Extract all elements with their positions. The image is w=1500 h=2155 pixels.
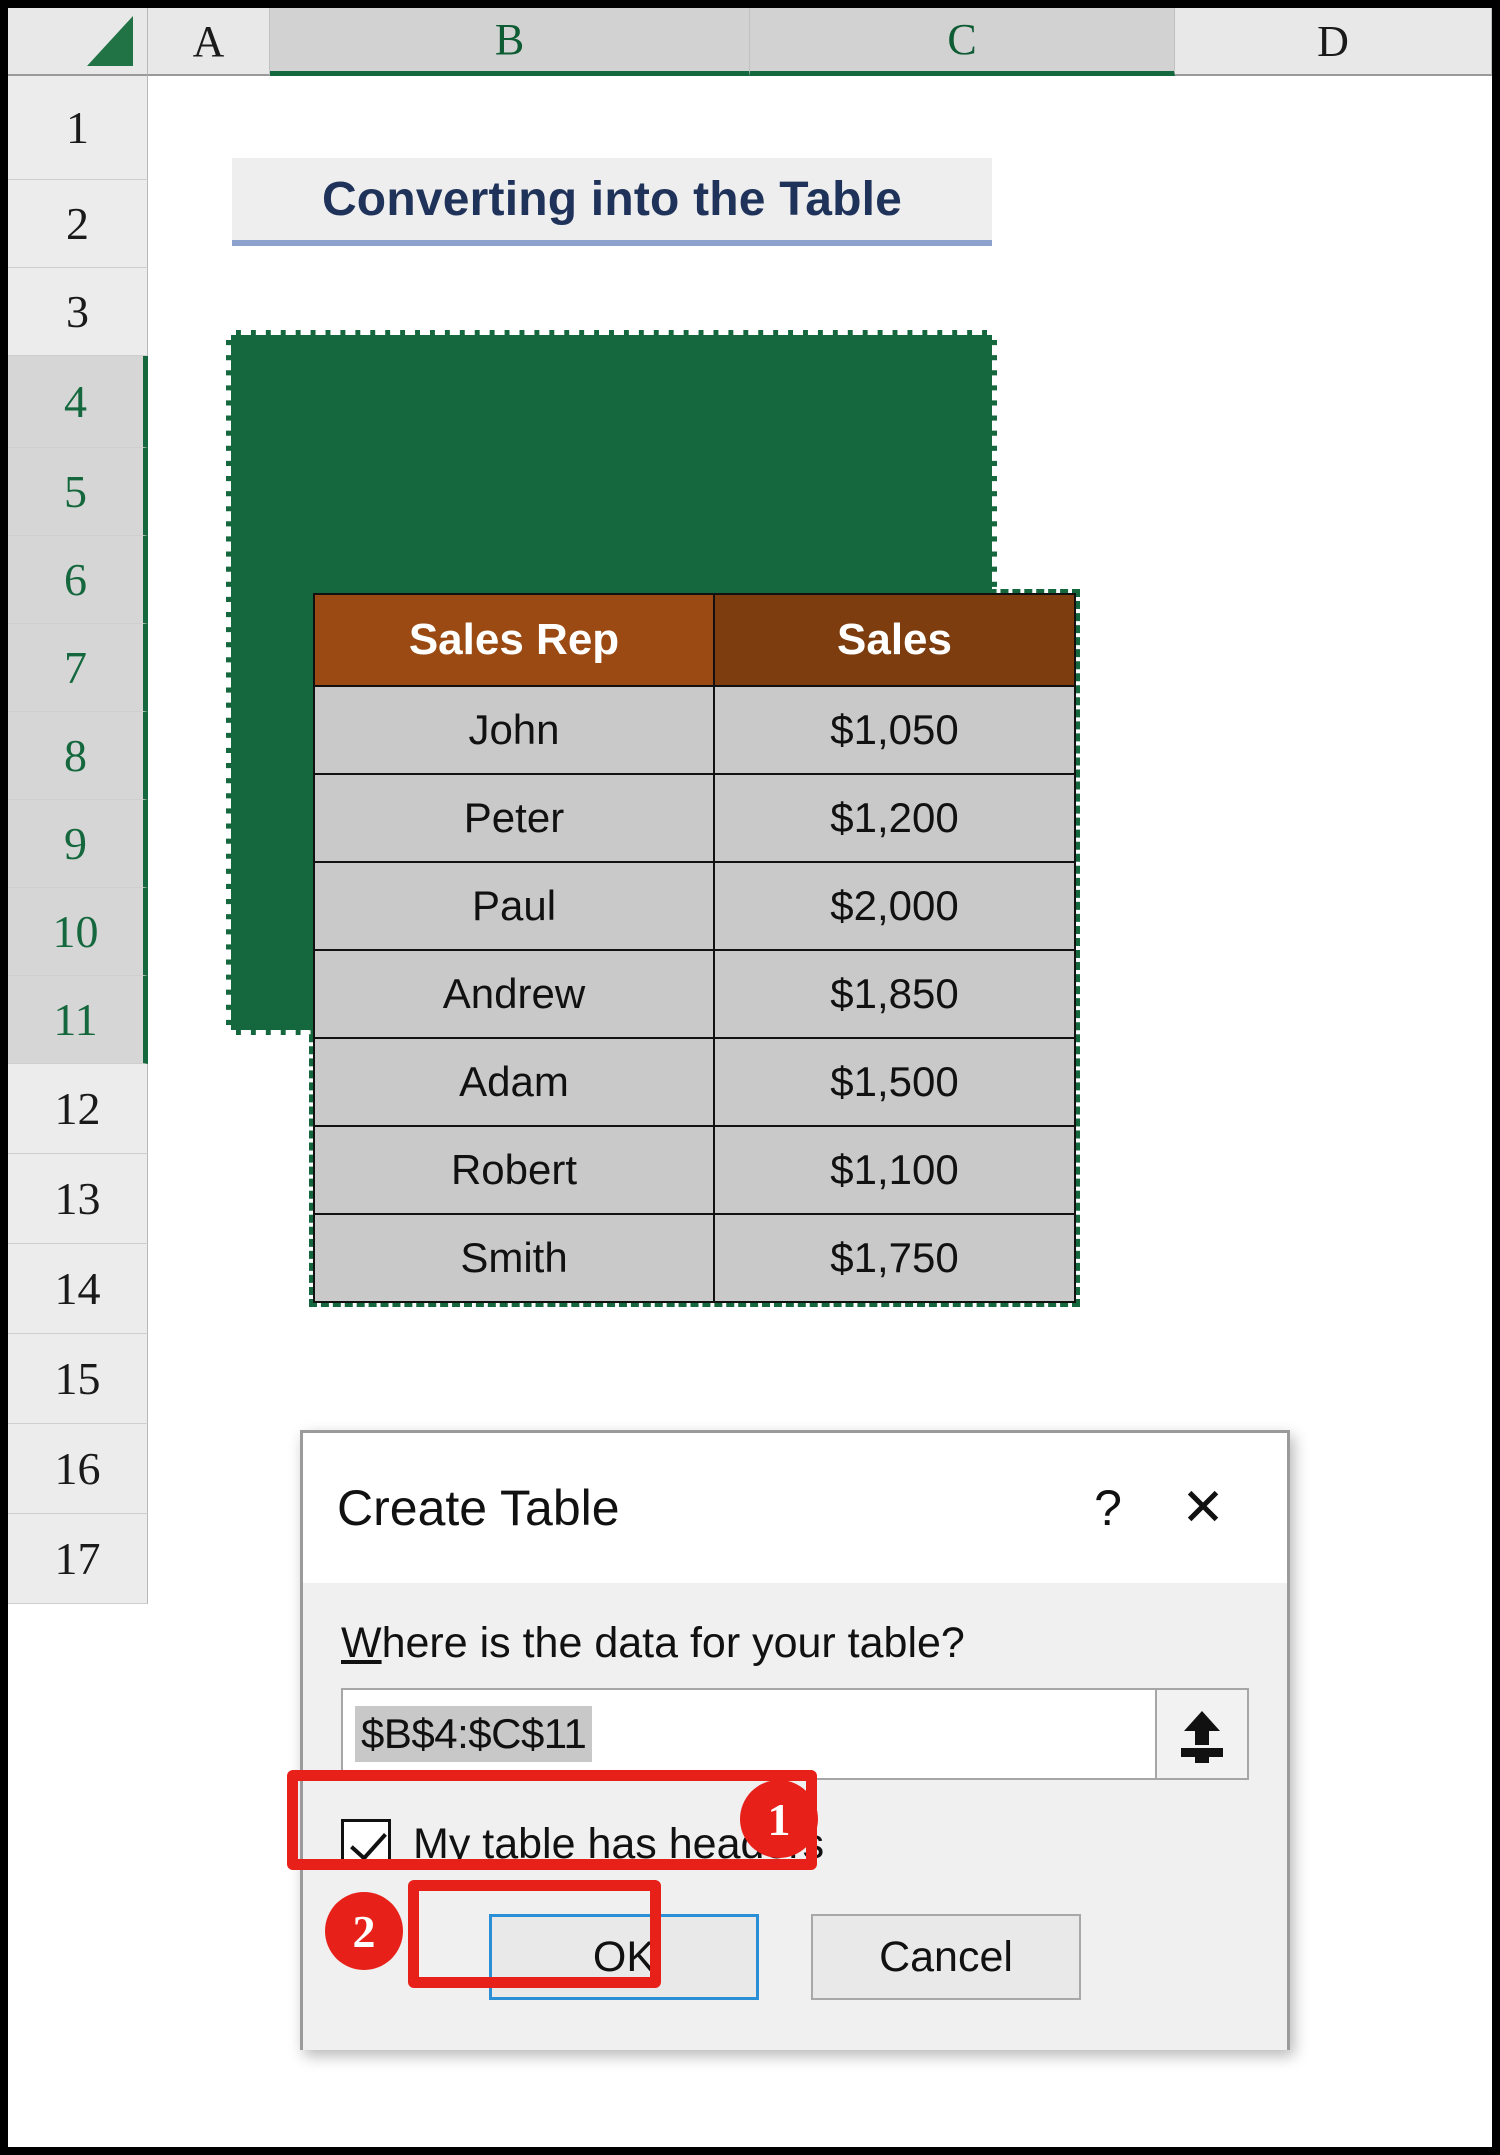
row-header-1[interactable]: 1 [8,76,148,180]
table-row: Robert $1,100 [313,1125,1076,1215]
close-x-icon[interactable]: ✕ [1153,1478,1253,1538]
row-header-12[interactable]: 12 [8,1064,148,1154]
range-input[interactable]: $B$4:$C$11 [341,1688,1157,1780]
row-header-3[interactable]: 3 [8,268,148,356]
row-header-16[interactable]: 16 [8,1424,148,1514]
arrow-base-bar [1181,1748,1223,1757]
table-row: Paul $2,000 [313,861,1076,951]
row-header-17[interactable]: 17 [8,1514,148,1604]
annotation-badge-2: 2 [325,1892,403,1970]
column-header-strip: A B C D [8,8,1492,76]
cell-rep-robert[interactable]: Robert [313,1125,715,1215]
row-header-10[interactable]: 10 [8,888,148,976]
select-all-triangle-icon [87,16,133,66]
create-table-dialog: Create Table ? ✕ Where is the data for y… [300,1430,1290,2050]
row-header-7[interactable]: 7 [8,624,148,712]
row-header-9[interactable]: 9 [8,800,148,888]
table-row: Andrew $1,850 [313,949,1076,1039]
cell-sales-john[interactable]: $1,050 [713,685,1076,775]
table-row: Peter $1,200 [313,773,1076,863]
cell-rep-andrew[interactable]: Andrew [313,949,715,1039]
row-header-15[interactable]: 15 [8,1334,148,1424]
select-all-corner[interactable] [8,8,148,76]
cell-sales-adam[interactable]: $1,500 [713,1037,1076,1127]
row-header-14[interactable]: 14 [8,1244,148,1334]
my-table-has-headers-checkbox[interactable] [341,1819,391,1869]
table-row: John $1,050 [313,685,1076,775]
dialog-button-row: OK Cancel [341,1914,1249,2000]
column-header-d[interactable]: D [1175,8,1492,76]
dialog-title: Create Table [337,1480,620,1536]
range-question-label: Where is the data for your table? [341,1619,1249,1668]
question-mark-icon[interactable]: ? [1063,1479,1153,1537]
cancel-button[interactable]: Cancel [811,1914,1081,2000]
ok-button[interactable]: OK [489,1914,759,2000]
checkbox-accel: M [413,1819,449,1868]
row-header-11[interactable]: 11 [8,976,148,1064]
row-header-5[interactable]: 5 [8,448,148,536]
table-header-row: Sales Rep Sales [313,593,1076,687]
cell-sales-robert[interactable]: $1,100 [713,1125,1076,1215]
column-header-a[interactable]: A [148,8,270,76]
cell-rep-paul[interactable]: Paul [313,861,715,951]
excel-screenshot: A B C D 1 2 3 4 5 6 7 8 9 10 11 12 13 14… [0,0,1500,2155]
range-question-accel: W [341,1619,382,1667]
collapse-dialog-icon[interactable] [1157,1688,1249,1780]
row-header-13[interactable]: 13 [8,1154,148,1244]
sales-data-table: Sales Rep Sales John $1,050 Peter $1,200 [309,589,1080,1307]
cell-rep-peter[interactable]: Peter [313,773,715,863]
cell-sales-andrew[interactable]: $1,850 [713,949,1076,1039]
row-header-strip: 1 2 3 4 5 6 7 8 9 10 11 12 13 14 15 16 1… [8,76,148,1604]
range-input-row: $B$4:$C$11 [341,1688,1249,1780]
cell-rep-smith[interactable]: Smith [313,1213,715,1303]
row-header-2[interactable]: 2 [8,180,148,268]
table-header-sales[interactable]: Sales [713,593,1076,687]
annotation-badge-1: 1 [740,1780,818,1858]
column-header-b[interactable]: B [270,8,750,76]
cell-sales-peter[interactable]: $1,200 [713,773,1076,863]
sheet-title-banner: Converting into the Table [232,158,992,246]
column-header-c[interactable]: C [750,8,1175,76]
row-header-8[interactable]: 8 [8,712,148,800]
range-question-rest: here is the data for your table? [381,1619,965,1667]
row-header-6[interactable]: 6 [8,536,148,624]
cell-sales-smith[interactable]: $1,750 [713,1213,1076,1303]
table-header-sales-rep[interactable]: Sales Rep [313,593,715,687]
range-input-value: $B$4:$C$11 [355,1706,593,1762]
table-row: Adam $1,500 [313,1037,1076,1127]
table-row: Smith $1,750 [313,1213,1076,1303]
cell-sales-paul[interactable]: $2,000 [713,861,1076,951]
row-header-4[interactable]: 4 [8,356,148,448]
cell-rep-adam[interactable]: Adam [313,1037,715,1127]
cell-rep-john[interactable]: John [313,685,715,775]
up-arrow-glyph [1181,1711,1223,1757]
dialog-title-bar: Create Table ? ✕ [303,1433,1287,1583]
